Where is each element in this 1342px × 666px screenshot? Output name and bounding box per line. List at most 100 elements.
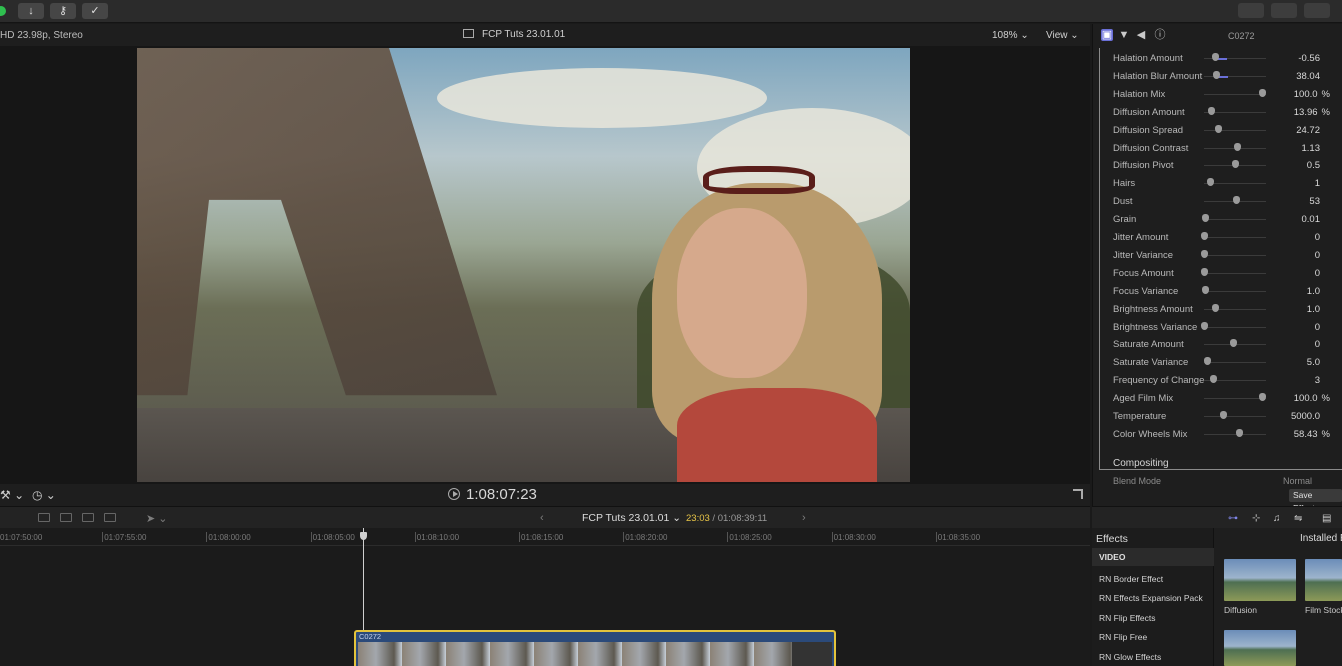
video-inspector-tab[interactable]: ▣	[1101, 29, 1113, 41]
param-slider-track[interactable]	[1204, 129, 1266, 131]
param-value[interactable]: 0	[1315, 339, 1320, 350]
effects-browser-icon[interactable]: ▤	[1322, 513, 1331, 524]
effects-category-item[interactable]: RN Effects Expansion Pack	[1099, 593, 1203, 603]
param-slider-track[interactable]	[1204, 362, 1266, 364]
param-slider-knob[interactable]	[1230, 339, 1238, 348]
clip-appearance-icon[interactable]	[38, 513, 50, 522]
param-slider-knob[interactable]	[1201, 249, 1208, 258]
param-row[interactable]: Halation Amount -0.56	[1100, 50, 1342, 68]
playhead-handle[interactable]	[360, 532, 367, 540]
param-value[interactable]: 5000.0	[1291, 411, 1320, 422]
param-value[interactable]: 100.0%	[1294, 89, 1330, 100]
transform-tool-icon[interactable]: ⚒ ⌄	[0, 488, 24, 502]
param-slider-knob[interactable]	[1232, 160, 1239, 169]
param-slider-track[interactable]	[1204, 93, 1266, 95]
param-slider-track[interactable]	[1204, 254, 1266, 256]
param-row[interactable]: Saturate Variance 5.0	[1100, 354, 1342, 372]
background-tasks-button[interactable]: ✓	[82, 3, 108, 19]
param-value[interactable]: 58.43%	[1294, 429, 1330, 440]
compositing-header[interactable]: Compositing	[1113, 458, 1169, 469]
zoom-menu[interactable]: 108% ⌄	[992, 30, 1029, 41]
param-slider-knob[interactable]	[1201, 321, 1208, 330]
save-effects-button[interactable]: Save Effects	[1289, 489, 1342, 513]
import-button[interactable]: ↓	[18, 3, 44, 19]
effects-category-item[interactable]: RN Border Effect	[1099, 574, 1163, 584]
connect-icon[interactable]	[60, 513, 72, 522]
blend-mode-select[interactable]: Normal	[1283, 476, 1312, 486]
keyword-button[interactable]: ⚷	[50, 3, 76, 19]
param-value[interactable]: 0.01	[1302, 214, 1321, 225]
param-row[interactable]: Diffusion Contrast 1.13	[1100, 140, 1342, 158]
skimming-icon[interactable]: ⊶	[1228, 513, 1238, 524]
param-row[interactable]: Color Wheels Mix 58.43%	[1100, 426, 1342, 444]
param-value[interactable]: 3	[1315, 375, 1320, 386]
param-slider-knob[interactable]	[1235, 428, 1243, 437]
fullscreen-icon[interactable]	[1073, 489, 1083, 499]
param-row[interactable]: Brightness Amount 1.0	[1100, 301, 1342, 319]
param-row[interactable]: Saturate Amount 0	[1100, 336, 1342, 354]
timeline[interactable]: 01:07:50:00 01:07:55:00 01:08:00:00 01:08:0…	[0, 528, 1090, 666]
param-value[interactable]: 1.13	[1302, 143, 1321, 154]
param-slider-knob[interactable]	[1214, 124, 1222, 133]
param-row[interactable]: Grain 0.01	[1100, 211, 1342, 229]
param-value[interactable]: 5.0	[1307, 357, 1320, 368]
installed-effects-menu[interactable]: Installed E	[1300, 533, 1342, 544]
param-row[interactable]: Aged Film Mix 100.0%	[1100, 390, 1342, 408]
view-menu[interactable]: View ⌄	[1046, 30, 1079, 41]
param-slider-track[interactable]	[1204, 219, 1266, 221]
play-icon[interactable]	[448, 488, 460, 500]
param-row[interactable]: Hairs 1	[1100, 175, 1342, 193]
speed-tool-icon[interactable]: ◷ ⌄	[32, 488, 56, 502]
param-slider-knob[interactable]	[1233, 142, 1241, 151]
effects-category-item[interactable]: RN Flip Free	[1099, 632, 1147, 642]
history-forward-icon[interactable]: ›	[802, 512, 806, 524]
param-slider-knob[interactable]	[1233, 196, 1241, 205]
param-row[interactable]: Diffusion Spread 24.72	[1100, 122, 1342, 140]
param-slider-knob[interactable]	[1201, 232, 1208, 240]
param-row[interactable]: Jitter Amount 0	[1100, 229, 1342, 247]
param-slider-knob[interactable]	[1210, 375, 1218, 384]
param-value[interactable]: 13.96%	[1294, 107, 1330, 118]
color-inspector-tab[interactable]: ▼	[1118, 29, 1130, 41]
param-row[interactable]: Halation Mix 100.0%	[1100, 86, 1342, 104]
param-row[interactable]: Temperature 5000.0	[1100, 408, 1342, 426]
param-slider-knob[interactable]	[1207, 178, 1215, 187]
param-value[interactable]: -0.56	[1298, 53, 1320, 64]
param-value[interactable]: 0	[1315, 268, 1320, 279]
video-clip[interactable]: C0272	[354, 630, 836, 666]
effect-thumbnail-film-stock[interactable]	[1305, 559, 1342, 601]
param-slider-track[interactable]	[1204, 272, 1266, 274]
param-row[interactable]: Focus Amount 0	[1100, 265, 1342, 283]
param-slider-track[interactable]	[1204, 416, 1266, 417]
param-value[interactable]: 0.5	[1307, 160, 1320, 171]
param-row[interactable]: Focus Variance 1.0	[1100, 283, 1342, 301]
snapping-icon[interactable]: ⇋	[1294, 513, 1302, 524]
inspector-layout-icon[interactable]	[1304, 3, 1330, 18]
solo-icon[interactable]: ♫	[1273, 513, 1281, 524]
param-value[interactable]: 1.0	[1307, 304, 1320, 315]
effect-thumbnail-diffusion[interactable]	[1224, 559, 1296, 601]
param-row[interactable]: Jitter Variance 0	[1100, 247, 1342, 265]
param-value[interactable]: 0	[1315, 232, 1320, 243]
info-inspector-tab[interactable]: ⓘ	[1154, 29, 1166, 41]
timeline-ruler[interactable]: 01:07:50:00 01:07:55:00 01:08:00:00 01:08:0…	[0, 528, 1090, 546]
param-slider-knob[interactable]	[1258, 88, 1266, 97]
param-value[interactable]: 53	[1309, 196, 1320, 207]
param-value[interactable]: 24.72	[1296, 125, 1320, 136]
effect-thumbnail[interactable]	[1224, 630, 1296, 666]
param-slider-knob[interactable]	[1201, 214, 1209, 223]
timeline-layout-icon[interactable]	[1271, 3, 1297, 18]
param-value[interactable]: 1.0	[1307, 286, 1320, 297]
timecode-display[interactable]: 1:08:07:23	[448, 486, 537, 503]
browser-layout-icon[interactable]	[1238, 3, 1264, 18]
param-value[interactable]: 100.0%	[1294, 393, 1330, 404]
effects-category-item[interactable]: RN Glow Effects	[1099, 652, 1161, 662]
param-row[interactable]: Halation Blur Amount 38.04	[1100, 68, 1342, 86]
overwrite-icon[interactable]	[104, 513, 116, 522]
param-row[interactable]: Brightness Variance 0	[1100, 319, 1342, 337]
param-slider-knob[interactable]	[1211, 303, 1219, 312]
param-slider-knob[interactable]	[1219, 411, 1227, 419]
param-slider-knob[interactable]	[1201, 267, 1208, 276]
effects-category-item[interactable]: RN Flip Effects	[1099, 613, 1156, 623]
audio-skimming-icon[interactable]: ⊹	[1252, 513, 1260, 524]
